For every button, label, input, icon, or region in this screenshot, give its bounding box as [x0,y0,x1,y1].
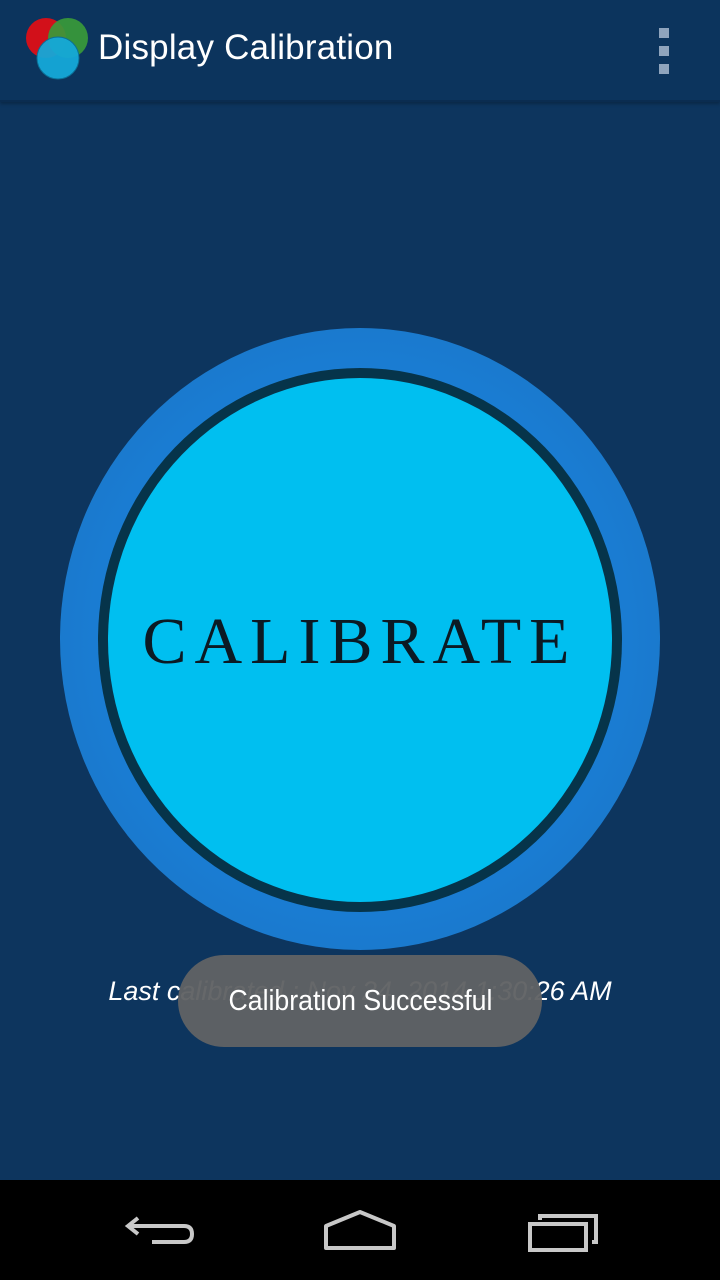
home-icon[interactable] [310,1200,410,1260]
screen: Display Calibration CALIBRATE Last calib… [0,0,720,1280]
overflow-menu-icon-dot [659,64,669,74]
overflow-menu-icon [659,28,669,38]
back-icon[interactable] [112,1200,212,1260]
app-title: Display Calibration [98,28,394,67]
calibrate-button[interactable]: CALIBRATE [108,378,612,902]
recent-apps-icon[interactable] [512,1200,612,1260]
rgb-circles-icon [26,18,88,80]
toast: Calibration Successful [178,955,542,1047]
overflow-menu-icon-dot [659,46,669,56]
toast-message: Calibration Successful [228,984,492,1017]
calibrate-label: CALIBRATE [142,605,578,678]
overflow-menu-button[interactable] [640,20,688,80]
navigation-bar [0,1180,720,1280]
action-bar: Display Calibration [0,0,720,102]
